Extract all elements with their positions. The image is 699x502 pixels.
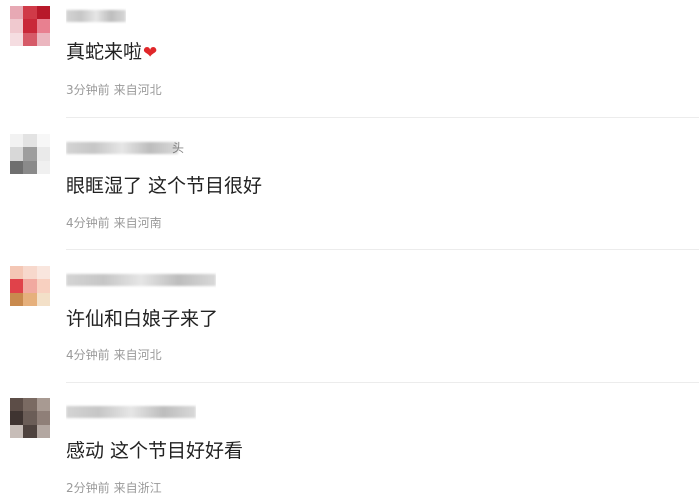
comment-location: 来自浙江 xyxy=(113,481,162,495)
avatar-mosaic-cell xyxy=(10,134,24,148)
divider xyxy=(66,382,699,383)
comment-location: 来自河南 xyxy=(113,216,162,230)
avatar-mosaic-cell xyxy=(36,398,50,412)
comment-time: 4分钟前 xyxy=(66,348,110,362)
avatar-mosaic-cell xyxy=(36,424,50,438)
avatar-mosaic-cell xyxy=(36,134,50,148)
avatar-mosaic-cell xyxy=(23,292,38,306)
avatar-mosaic-cell xyxy=(23,134,38,148)
avatar-mosaic-cell xyxy=(23,424,38,438)
comment-text: 许仙和白娘子来了 xyxy=(66,308,219,330)
avatar-mosaic-cell xyxy=(36,147,50,162)
avatar-mosaic-cell xyxy=(23,398,38,412)
avatar[interactable] xyxy=(10,398,50,438)
comment-time: 4分钟前 xyxy=(66,216,110,230)
avatar[interactable] xyxy=(10,134,50,174)
avatar-mosaic-cell xyxy=(36,279,50,294)
username[interactable] xyxy=(66,272,216,288)
avatar-mosaic-cell xyxy=(36,292,50,306)
username[interactable]: 头 xyxy=(66,140,184,156)
avatar-mosaic-cell xyxy=(10,266,24,280)
avatar-mosaic-cell xyxy=(10,424,24,438)
avatar-mosaic-cell xyxy=(23,411,38,426)
comment-meta: 4分钟前 来自河北 xyxy=(66,348,162,362)
comment-list: 真蛇来啦❤ 3分钟前 来自河北 头 眼眶湿了 这个节目很好 4分钟前 来自河南 许仙… xyxy=(0,0,699,502)
avatar-mosaic-cell xyxy=(23,160,38,174)
avatar-mosaic-cell xyxy=(10,411,24,426)
avatar-mosaic-cell xyxy=(10,292,24,306)
avatar-mosaic-cell xyxy=(10,147,24,162)
comment-text: 眼眶湿了 这个节目很好 xyxy=(66,175,263,197)
avatar-mosaic-cell xyxy=(36,411,50,426)
avatar-mosaic-cell xyxy=(10,279,24,294)
comment-time: 2分钟前 xyxy=(66,481,110,495)
avatar-mosaic-cell xyxy=(23,147,38,162)
avatar-mosaic-cell xyxy=(36,266,50,280)
comment-meta: 2分钟前 来自浙江 xyxy=(66,481,162,495)
comment-location: 来自河北 xyxy=(113,348,162,362)
avatar-mosaic-cell xyxy=(23,266,38,280)
avatar-mosaic-cell xyxy=(10,160,24,174)
comment-meta: 4分钟前 来自河南 xyxy=(66,216,162,230)
divider xyxy=(66,249,699,250)
username[interactable] xyxy=(66,404,196,420)
avatar[interactable] xyxy=(10,266,50,306)
avatar-mosaic-cell xyxy=(10,398,24,412)
comment-text: 感动 这个节目好好看 xyxy=(66,440,244,462)
avatar-mosaic-cell xyxy=(36,160,50,174)
comment-item: 感动 这个节目好好看 2分钟前 来自浙江 xyxy=(0,0,699,495)
avatar-mosaic-cell xyxy=(23,279,38,294)
